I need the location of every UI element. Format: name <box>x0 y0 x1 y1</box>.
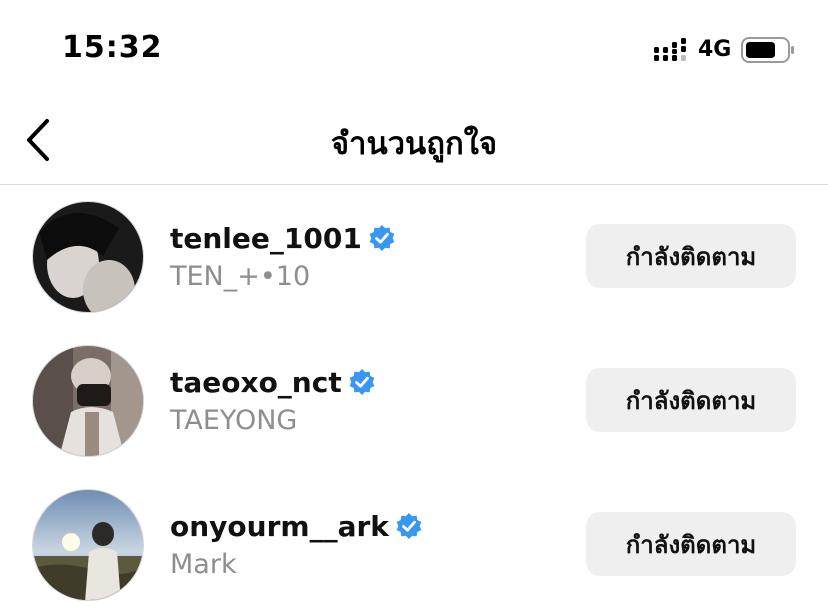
page-title: จำนวนถูกใจ <box>330 126 498 162</box>
status-time: 15:32 <box>62 30 163 65</box>
status-bar: 15:32 4G <box>0 0 828 96</box>
signal-strength-icon <box>654 38 686 61</box>
list-item[interactable]: tenlee_1001 TEN_+•10 กำลังติดตาม <box>0 185 828 329</box>
user-info: taeoxo_nct TAEYONG <box>170 365 376 436</box>
username[interactable]: tenlee_1001 <box>170 222 362 255</box>
avatar[interactable] <box>32 489 144 601</box>
verified-badge-icon <box>349 369 375 395</box>
avatar[interactable] <box>32 345 144 457</box>
full-name: TEN_+•10 <box>170 261 311 292</box>
avatar[interactable] <box>32 201 144 313</box>
likes-screen: 15:32 4G จำนวนถูกใจ tenlee_1001 TEN_+•10… <box>0 0 828 613</box>
following-button[interactable]: กำลังติดตาม <box>586 368 796 432</box>
full-name: Mark <box>170 549 237 580</box>
verified-badge-icon <box>396 513 422 539</box>
full-name: TAEYONG <box>170 405 298 436</box>
following-button[interactable]: กำลังติดตาม <box>586 512 796 576</box>
battery-icon <box>741 37 794 63</box>
username[interactable]: onyourm__ark <box>170 510 389 543</box>
list-item[interactable]: taeoxo_nct TAEYONG กำลังติดตาม <box>0 329 828 473</box>
network-type-label: 4G <box>698 37 732 62</box>
list-item[interactable]: onyourm__ark Mark กำลังติดตาม <box>0 473 828 613</box>
username[interactable]: taeoxo_nct <box>170 366 342 399</box>
nav-header: จำนวนถูกใจ <box>0 96 828 185</box>
user-info: tenlee_1001 TEN_+•10 <box>170 221 396 292</box>
user-info: onyourm__ark Mark <box>170 509 423 580</box>
following-button[interactable]: กำลังติดตาม <box>586 224 796 288</box>
verified-badge-icon <box>369 225 395 251</box>
likers-list: tenlee_1001 TEN_+•10 กำลังติดตาม taeoxo_… <box>0 185 828 613</box>
